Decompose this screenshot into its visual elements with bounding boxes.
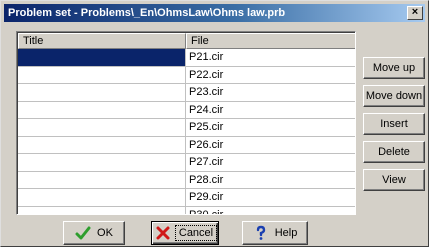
table-row[interactable]: P28.cir [18, 171, 355, 189]
table-row[interactable]: P23.cir [18, 84, 355, 102]
title-cell[interactable] [18, 84, 186, 102]
title-bar[interactable]: Problem set - Problems\_En\OhmsLaw\Ohms … [4, 4, 425, 22]
problem-set-dialog: Problem set - Problems\_En\OhmsLaw\Ohms … [0, 0, 429, 247]
title-cell[interactable] [18, 189, 186, 207]
file-cell[interactable]: P21.cir [186, 49, 355, 67]
help-label: Help [274, 227, 298, 239]
file-cell[interactable]: P30.cir [186, 207, 355, 215]
title-cell[interactable] [18, 154, 186, 172]
title-cell[interactable] [18, 66, 186, 84]
cancel-label: Cancel [174, 225, 218, 241]
view-button[interactable]: View [363, 169, 425, 191]
file-cell[interactable]: P23.cir [186, 84, 355, 102]
title-cell[interactable] [18, 49, 186, 67]
file-cell[interactable]: P25.cir [186, 119, 355, 137]
checkmark-icon [75, 226, 91, 240]
file-cell[interactable]: P24.cir [186, 102, 355, 119]
file-cell[interactable]: P29.cir [186, 189, 355, 207]
table-row[interactable]: P27.cir [18, 154, 355, 172]
close-button[interactable]: × [407, 6, 423, 20]
help-button[interactable]: Help [242, 221, 308, 245]
title-cell[interactable] [18, 101, 186, 119]
title-cell[interactable] [18, 119, 186, 137]
column-header-file[interactable]: File [186, 33, 355, 49]
title-cell[interactable] [18, 206, 186, 214]
file-cell[interactable]: P27.cir [186, 154, 355, 172]
table-row[interactable]: P29.cir [18, 189, 355, 207]
table-row[interactable]: P26.cir [18, 136, 355, 154]
table-row[interactable]: P22.cir [18, 66, 355, 84]
file-cell[interactable]: P28.cir [186, 172, 355, 189]
insert-button[interactable]: Insert [363, 113, 425, 135]
question-icon [256, 225, 265, 240]
x-icon [156, 226, 170, 240]
grid-rows: P21.cir P22.cir P23.cir P24.cir P25.cir P26.c… [18, 49, 355, 215]
title-cell[interactable] [18, 136, 186, 154]
title-cell[interactable] [18, 171, 186, 189]
file-cell[interactable]: P22.cir [186, 67, 355, 84]
ok-label: OK [97, 227, 113, 239]
table-row[interactable]: P24.cir [18, 101, 355, 119]
move-up-button[interactable]: Move up [363, 57, 425, 79]
delete-button[interactable]: Delete [363, 141, 425, 163]
table-row[interactable]: P25.cir [18, 119, 355, 137]
table-row[interactable]: P30.cir [18, 206, 355, 215]
move-down-button[interactable]: Move down [363, 85, 425, 107]
cancel-button[interactable]: Cancel [151, 221, 219, 245]
problem-grid[interactable]: Title File P21.cir P22.cir P23.cir P24.cir P… [16, 31, 356, 215]
column-header-title[interactable]: Title [18, 33, 186, 49]
ok-button[interactable]: OK [63, 221, 125, 245]
window-title: Problem set - Problems\_En\OhmsLaw\Ohms … [8, 7, 286, 19]
table-row[interactable]: P21.cir [18, 49, 355, 67]
file-cell[interactable]: P26.cir [186, 137, 355, 154]
close-icon: × [411, 6, 419, 18]
